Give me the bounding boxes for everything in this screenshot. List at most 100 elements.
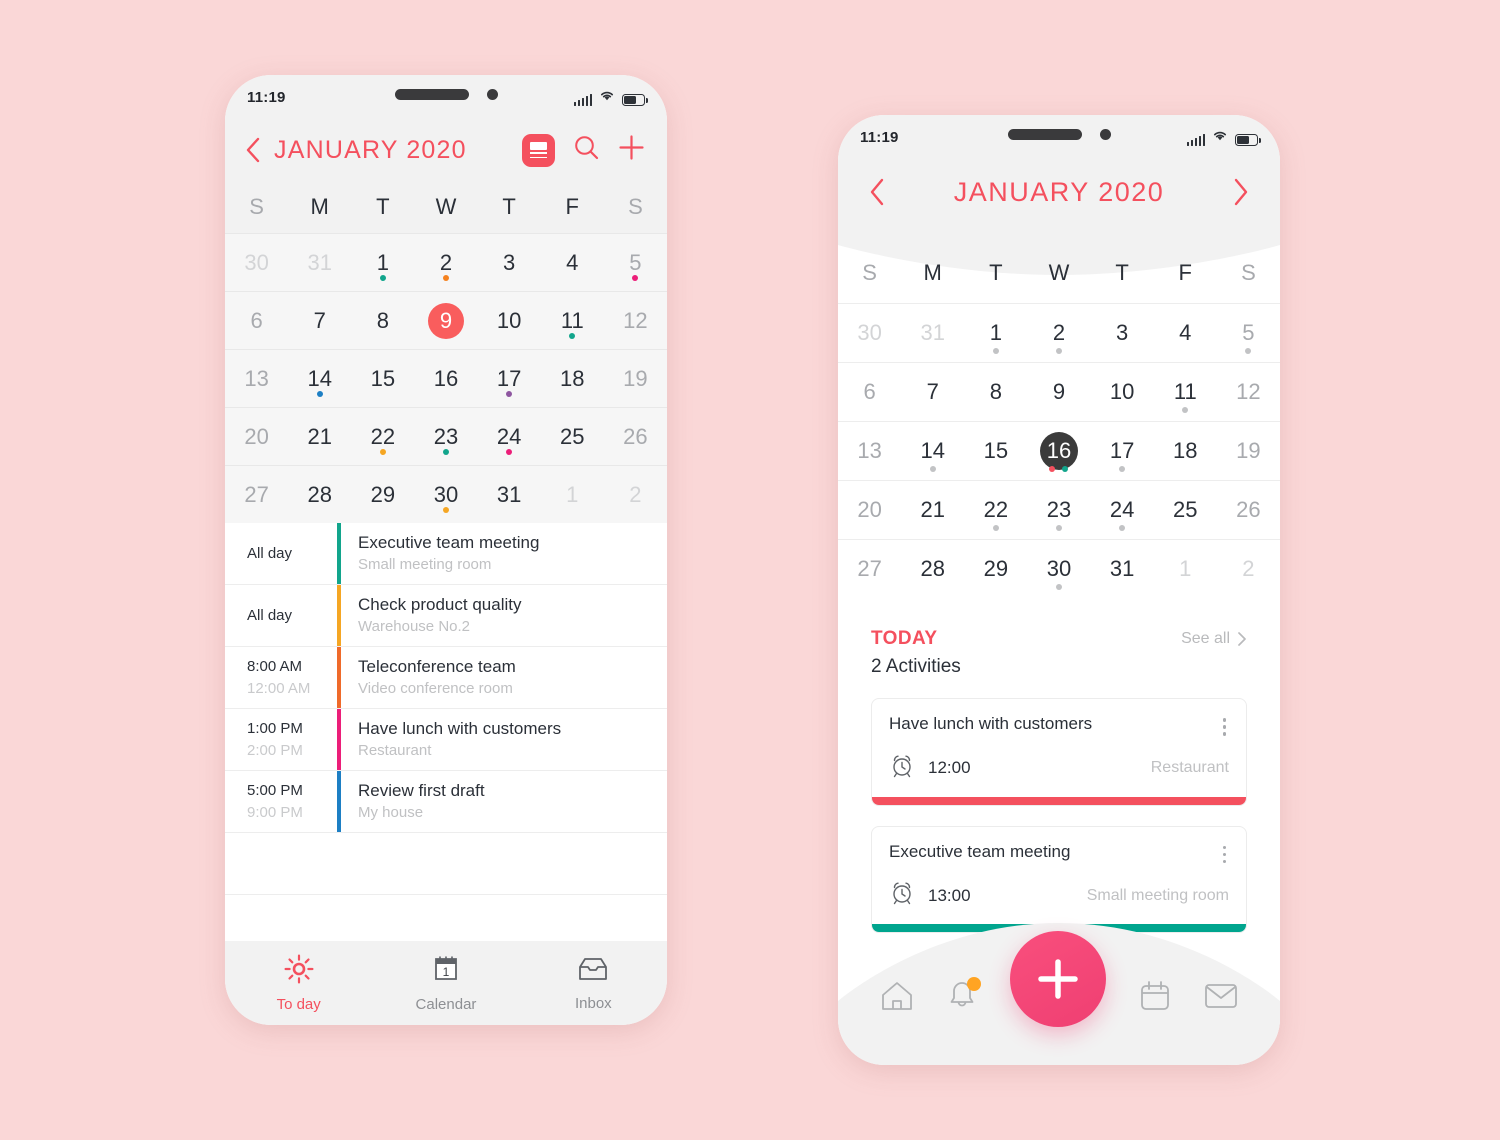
- calendar-day-cell[interactable]: 2: [604, 466, 667, 523]
- chevron-right-icon: [1238, 632, 1246, 646]
- day-number: 8: [376, 307, 389, 333]
- calendar-day-cell[interactable]: 16: [1027, 422, 1090, 480]
- event-row[interactable]: 8:00 AM 12:00 AM Teleconference team Video …: [225, 647, 667, 709]
- calendar-day-cell[interactable]: 28: [901, 540, 964, 598]
- prev-month-chevron-icon[interactable]: [868, 177, 886, 207]
- calendar-day-cell[interactable]: 21: [901, 481, 964, 539]
- calendar-day-cell[interactable]: 19: [1217, 422, 1280, 480]
- event-row[interactable]: 5:00 PM 9:00 PM Review first draft My house: [225, 771, 667, 833]
- calendar-day-cell[interactable]: 29: [351, 466, 414, 523]
- event-row[interactable]: 1:00 PM 2:00 PM Have lunch with customers R…: [225, 709, 667, 771]
- calendar-day-cell[interactable]: 30: [1027, 540, 1090, 598]
- calendar-day-cell[interactable]: 31: [288, 234, 351, 291]
- activity-card[interactable]: Have lunch with customers 12:00 Restaurant: [871, 698, 1247, 806]
- calendar-day-cell[interactable]: 2: [1027, 304, 1090, 362]
- calendar-day-cell[interactable]: 18: [1154, 422, 1217, 480]
- calendar-day-cell[interactable]: 24: [1091, 481, 1154, 539]
- next-month-chevron-icon[interactable]: [1232, 177, 1250, 207]
- calendar-day-cell[interactable]: 11: [541, 292, 604, 349]
- calendar-day-cell[interactable]: 4: [1154, 304, 1217, 362]
- calendar-day-cell[interactable]: 23: [1027, 481, 1090, 539]
- calendar-day-cell[interactable]: 8: [351, 292, 414, 349]
- event-row[interactable]: All day Check product quality Warehouse No…: [225, 585, 667, 647]
- calendar-day-cell[interactable]: 12: [1217, 363, 1280, 421]
- calendar-day-cell[interactable]: 5: [604, 234, 667, 291]
- bell-icon[interactable]: [947, 977, 982, 1012]
- calendar-day-cell[interactable]: 3: [1091, 304, 1154, 362]
- calendar-day-cell[interactable]: 16: [414, 350, 477, 407]
- calendar-day-cell[interactable]: 26: [604, 408, 667, 465]
- back-chevron-icon[interactable]: [245, 137, 261, 163]
- calendar-day-cell[interactable]: 8: [964, 363, 1027, 421]
- tab-calendar[interactable]: 1 Calendar: [372, 954, 519, 1013]
- calendar-day-cell[interactable]: 25: [1154, 481, 1217, 539]
- calendar-day-cell[interactable]: 4: [541, 234, 604, 291]
- tab-today[interactable]: To day: [225, 954, 372, 1013]
- calendar-icon[interactable]: [1139, 980, 1171, 1012]
- calendar-day-cell[interactable]: 7: [288, 292, 351, 349]
- calendar-day-cell[interactable]: 6: [225, 292, 288, 349]
- calendar-day-cell[interactable]: 23: [414, 408, 477, 465]
- event-dot: [442, 449, 449, 455]
- calendar-day-cell[interactable]: 9: [1027, 363, 1090, 421]
- calendar-day-cell[interactable]: 21: [288, 408, 351, 465]
- calendar-day-cell[interactable]: 27: [838, 540, 901, 598]
- calendar-day-cell[interactable]: 30: [225, 234, 288, 291]
- tab-inbox[interactable]: Inbox: [520, 955, 667, 1012]
- kebab-menu-icon[interactable]: [1220, 714, 1230, 740]
- calendar-day-cell[interactable]: 1: [964, 304, 1027, 362]
- calendar-day-cell[interactable]: 17: [1091, 422, 1154, 480]
- day-number: 11: [560, 307, 584, 333]
- event-row[interactable]: All day Executive team meeting Small meeti…: [225, 523, 667, 585]
- calendar-day-cell[interactable]: 13: [838, 422, 901, 480]
- calendar-day-cell[interactable]: 13: [225, 350, 288, 407]
- calendar-day-cell[interactable]: 18: [541, 350, 604, 407]
- calendar-day-cell[interactable]: 7: [901, 363, 964, 421]
- calendar-day-cell[interactable]: 1: [351, 234, 414, 291]
- calendar-day-cell[interactable]: 20: [225, 408, 288, 465]
- calendar-day-cell[interactable]: 31: [478, 466, 541, 523]
- day-number: 16: [433, 365, 459, 391]
- list-view-icon[interactable]: [522, 133, 555, 167]
- calendar-day-cell[interactable]: 25: [541, 408, 604, 465]
- day-number: 10: [1109, 379, 1135, 404]
- calendar-day-cell[interactable]: 6: [838, 363, 901, 421]
- calendar-day-cell[interactable]: 2: [1217, 540, 1280, 598]
- calendar-day-cell[interactable]: 12: [604, 292, 667, 349]
- calendar-day-cell[interactable]: 2: [414, 234, 477, 291]
- calendar-day-cell[interactable]: 20: [838, 481, 901, 539]
- calendar-day-cell[interactable]: 3: [478, 234, 541, 291]
- calendar-day-cell[interactable]: 26: [1217, 481, 1280, 539]
- calendar-day-cell[interactable]: 31: [1091, 540, 1154, 598]
- calendar-day-cell[interactable]: 9: [414, 292, 477, 349]
- search-icon[interactable]: [573, 134, 600, 166]
- calendar-day-cell[interactable]: 22: [351, 408, 414, 465]
- calendar-day-cell[interactable]: 29: [964, 540, 1027, 598]
- calendar-day-cell[interactable]: 10: [478, 292, 541, 349]
- calendar-day-cell[interactable]: 1: [541, 466, 604, 523]
- kebab-menu-icon[interactable]: [1220, 842, 1230, 868]
- calendar-day-cell[interactable]: 19: [604, 350, 667, 407]
- calendar-day-cell[interactable]: 30: [838, 304, 901, 362]
- calendar-day-cell[interactable]: 14: [901, 422, 964, 480]
- calendar-day-cell[interactable]: 14: [288, 350, 351, 407]
- calendar-day-cell[interactable]: 15: [964, 422, 1027, 480]
- calendar-day-cell[interactable]: 11: [1154, 363, 1217, 421]
- calendar-day-cell[interactable]: 31: [901, 304, 964, 362]
- calendar-day-cell[interactable]: 28: [288, 466, 351, 523]
- calendar-day-cell[interactable]: 1: [1154, 540, 1217, 598]
- see-all-button[interactable]: See all: [1181, 630, 1247, 648]
- calendar-day-cell[interactable]: 17: [478, 350, 541, 407]
- calendar-day-cell[interactable]: 22: [964, 481, 1027, 539]
- calendar-day-cell[interactable]: 27: [225, 466, 288, 523]
- calendar-day-cell[interactable]: 5: [1217, 304, 1280, 362]
- calendar-day-cell[interactable]: 15: [351, 350, 414, 407]
- calendar-day-cell[interactable]: 10: [1091, 363, 1154, 421]
- mail-icon[interactable]: [1204, 982, 1238, 1010]
- add-icon[interactable]: [618, 134, 645, 166]
- add-button-fab[interactable]: [1009, 931, 1106, 1027]
- calendar-day-cell[interactable]: 24: [478, 408, 541, 465]
- calendar-day-cell[interactable]: 30: [414, 466, 477, 523]
- day-number: 18: [560, 365, 585, 391]
- home-icon[interactable]: [880, 980, 914, 1012]
